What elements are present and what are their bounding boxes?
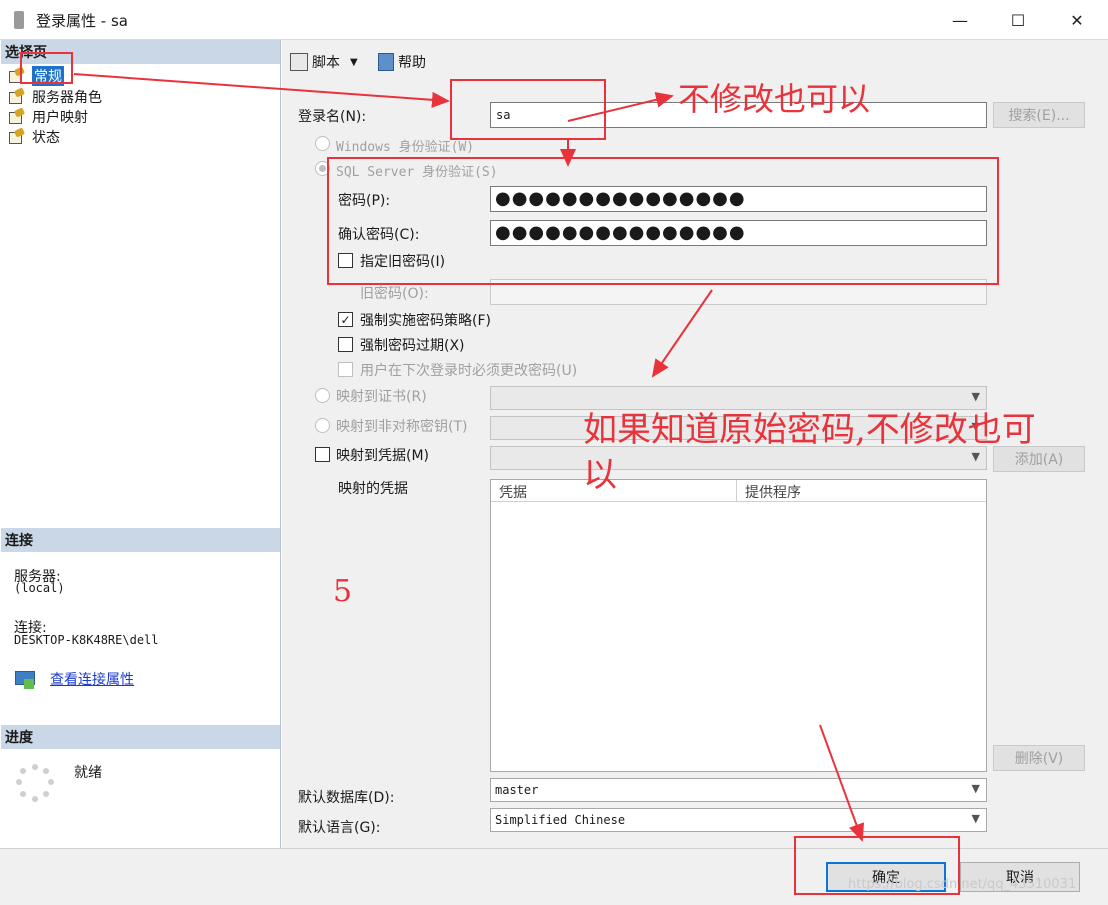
annotation-step-number: 5	[333, 574, 353, 609]
annotation-arrow	[651, 289, 713, 378]
annotation-note-no-change: 不修改也可以	[678, 80, 871, 118]
annotation-note-original-password-line2: 以	[583, 455, 617, 495]
annotation-arrow	[819, 724, 865, 842]
annotation-arrow	[73, 73, 450, 108]
annotation-note-original-password: 如果知道原始密码,不修改也可	[583, 410, 1036, 450]
annotation-arrow	[567, 91, 674, 122]
annotation-arrows	[73, 73, 865, 842]
